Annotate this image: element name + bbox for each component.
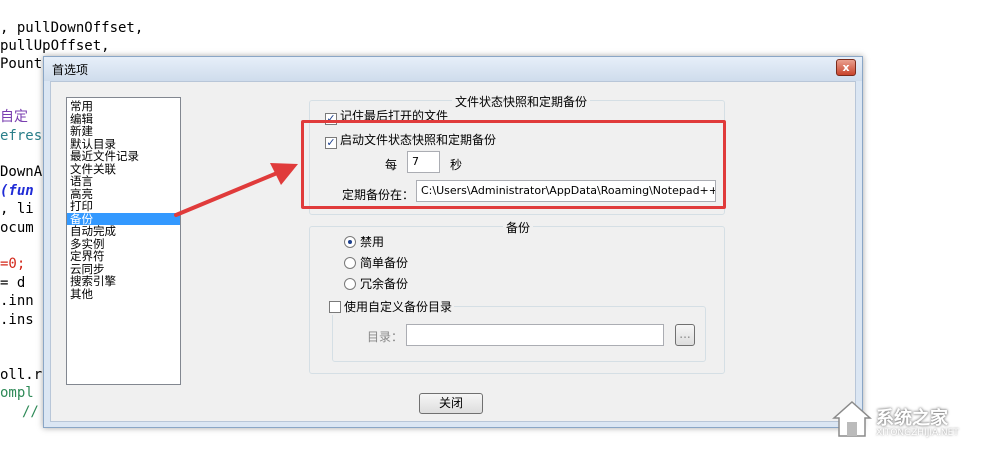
annotation-arrow-icon [174, 163, 298, 217]
watermark-subtext: XITONGZHIJIA.NET [876, 428, 959, 438]
watermark-logo: 系统之家 XITONGZHIJIA.NET [830, 398, 995, 444]
house-logo-icon [832, 400, 872, 437]
watermark-text: 系统之家 [876, 408, 948, 429]
